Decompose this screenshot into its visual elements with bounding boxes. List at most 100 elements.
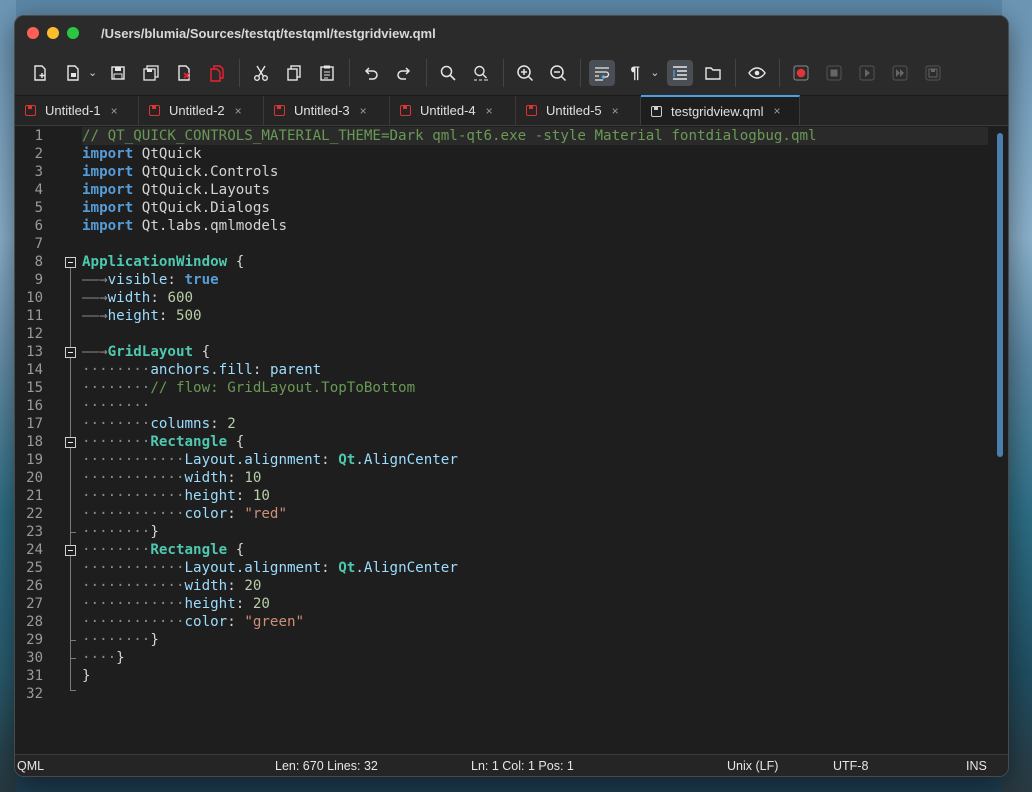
code-line[interactable]: ········}: [82, 631, 988, 649]
close-tab-icon[interactable]: ×: [235, 104, 242, 118]
fold-toggle-icon[interactable]: [65, 347, 76, 358]
line-number: 15: [26, 380, 43, 396]
code-line[interactable]: ········// flow: GridLayout.TopToBottom: [82, 379, 988, 397]
chevron-down-icon[interactable]: ⌄: [88, 66, 97, 79]
stop-macro-icon[interactable]: [821, 60, 847, 86]
folder-icon[interactable]: [700, 60, 726, 86]
line-number: 12: [26, 326, 43, 342]
code-token: import: [82, 218, 134, 234]
save-macro-icon[interactable]: [920, 60, 946, 86]
word-wrap-icon[interactable]: [589, 59, 616, 86]
code-line[interactable]: import QtQuick.Controls: [82, 163, 988, 181]
unsaved-file-icon: [149, 105, 160, 116]
close-all-icon[interactable]: [204, 60, 230, 86]
find-icon[interactable]: [435, 60, 461, 86]
preview-eye-icon[interactable]: [744, 60, 770, 86]
copy-icon[interactable]: [281, 60, 307, 86]
tab-bar: Untitled-1 × Untitled-2 × Untitled-3 × U…: [15, 95, 1008, 126]
code-token: true: [184, 272, 219, 288]
code-line[interactable]: ············height: 20: [82, 595, 988, 613]
redo-icon[interactable]: [391, 60, 417, 86]
zoom-in-icon[interactable]: [512, 60, 538, 86]
minimize-window-button[interactable]: [47, 27, 59, 39]
code-line[interactable]: ········anchors.fill: parent: [82, 361, 988, 379]
line-number: 19: [26, 452, 43, 468]
code-token: :: [235, 596, 253, 612]
tab-untitled-4[interactable]: Untitled-4 ×: [390, 96, 516, 125]
code-line[interactable]: ············color: "red": [82, 505, 988, 523]
code-line[interactable]: ——→visible: true: [82, 271, 988, 289]
fold-toggle-icon[interactable]: [65, 545, 76, 556]
code-line[interactable]: ············color: "green": [82, 613, 988, 631]
vertical-scrollbar[interactable]: [995, 129, 1005, 752]
code-line[interactable]: import Qt.labs.qmlmodels: [82, 217, 988, 235]
tab-untitled-3[interactable]: Untitled-3 ×: [264, 96, 390, 125]
tab-untitled-1[interactable]: Untitled-1 ×: [15, 96, 139, 125]
close-tab-icon[interactable]: ×: [612, 104, 619, 118]
code-line[interactable]: ——→GridLayout {: [82, 343, 988, 361]
code-line[interactable]: ········}: [82, 523, 988, 541]
close-tab-icon[interactable]: ×: [486, 104, 493, 118]
code-line[interactable]: ····}: [82, 649, 988, 667]
code-line[interactable]: ········: [82, 397, 988, 415]
code-line[interactable]: ············width: 10: [82, 469, 988, 487]
scrollbar-thumb[interactable]: [997, 133, 1003, 457]
code-area[interactable]: // QT_QUICK_CONTROLS_MATERIAL_THEME=Dark…: [82, 127, 988, 754]
line-number: 13: [26, 344, 43, 360]
status-insert-mode[interactable]: INS: [966, 759, 987, 773]
code-line[interactable]: ——→height: 500: [82, 307, 988, 325]
chevron-down-icon[interactable]: ⌄: [650, 66, 659, 79]
undo-icon[interactable]: [358, 60, 384, 86]
code-token: columns: [150, 416, 211, 432]
paste-icon[interactable]: [314, 60, 340, 86]
code-editor[interactable]: 1 2 3 4 5 6 7 8 9 10 11 12 13 14 15 16 17 18 19 20 21 22 23 24 2…: [15, 127, 1008, 754]
fold-toggle-icon[interactable]: [65, 257, 76, 268]
tab-label: Untitled-2: [169, 103, 225, 118]
save-icon[interactable]: [105, 60, 131, 86]
code-line[interactable]: ApplicationWindow {: [82, 253, 988, 271]
find-replace-icon[interactable]: [468, 60, 494, 86]
run-macro-multiple-icon[interactable]: [887, 60, 913, 86]
zoom-out-icon[interactable]: [545, 60, 571, 86]
fold-toggle-icon[interactable]: [65, 437, 76, 448]
code-line[interactable]: ············height: 10: [82, 487, 988, 505]
code-line[interactable]: ············width: 20: [82, 577, 988, 595]
new-document-icon[interactable]: [27, 60, 53, 86]
close-tab-icon[interactable]: ×: [360, 104, 367, 118]
close-file-icon[interactable]: [171, 60, 197, 86]
code-line[interactable]: [82, 235, 988, 253]
status-language[interactable]: QML: [17, 759, 44, 773]
play-macro-icon[interactable]: [854, 60, 880, 86]
open-file-icon[interactable]: [60, 60, 86, 86]
code-line[interactable]: [82, 685, 988, 703]
code-line[interactable]: ——→width: 600: [82, 289, 988, 307]
record-macro-icon[interactable]: [788, 60, 814, 86]
code-token: parent: [269, 362, 322, 378]
show-whitespace-icon[interactable]: ¶: [622, 60, 648, 86]
code-line[interactable]: ········Rectangle {: [82, 433, 988, 451]
close-tab-icon[interactable]: ×: [773, 104, 780, 118]
close-tab-icon[interactable]: ×: [111, 104, 118, 118]
status-encoding[interactable]: UTF-8: [833, 759, 868, 773]
zoom-window-button[interactable]: [67, 27, 79, 39]
cut-icon[interactable]: [248, 60, 274, 86]
status-eol[interactable]: Unix (LF): [727, 759, 778, 773]
code-line[interactable]: import QtQuick.Dialogs: [82, 199, 988, 217]
tab-untitled-5[interactable]: Untitled-5 ×: [516, 96, 641, 125]
code-line[interactable]: import QtQuick: [82, 145, 988, 163]
code-line[interactable]: // QT_QUICK_CONTROLS_MATERIAL_THEME=Dark…: [82, 127, 988, 145]
code-line[interactable]: [82, 325, 988, 343]
save-all-icon[interactable]: [138, 60, 164, 86]
code-token: ········: [82, 542, 151, 558]
close-window-button[interactable]: [27, 27, 39, 39]
tab-untitled-2[interactable]: Untitled-2 ×: [139, 96, 264, 125]
code-line[interactable]: ········columns: 2: [82, 415, 988, 433]
code-line[interactable]: }: [82, 667, 988, 685]
tab-testgridview[interactable]: testgridview.qml ×: [641, 95, 800, 125]
code-token: color: [184, 614, 228, 630]
indent-guide-icon[interactable]: [667, 59, 694, 86]
code-line[interactable]: ············Layout.alignment: Qt.AlignCe…: [82, 451, 988, 469]
code-line[interactable]: import QtQuick.Layouts: [82, 181, 988, 199]
code-line[interactable]: ············Layout.alignment: Qt.AlignCe…: [82, 559, 988, 577]
code-line[interactable]: ········Rectangle {: [82, 541, 988, 559]
